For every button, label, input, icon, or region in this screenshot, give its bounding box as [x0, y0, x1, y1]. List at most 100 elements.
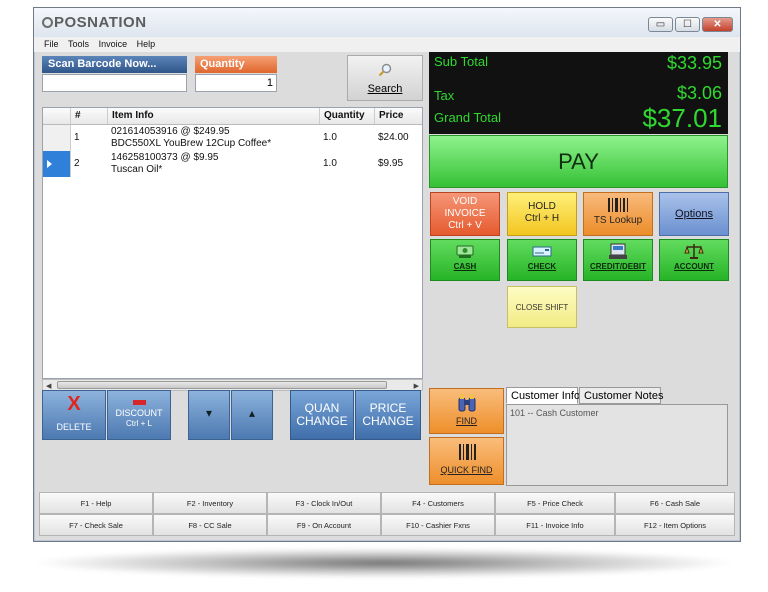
delete-button[interactable]: X DELETE — [42, 390, 106, 440]
credit-debit-button[interactable]: CREDIT/DEBIT — [583, 239, 653, 281]
find-button[interactable]: FIND — [429, 388, 504, 434]
check-button[interactable]: CHECK — [507, 239, 577, 281]
row-number: 1 — [74, 132, 80, 143]
row-selector[interactable] — [43, 125, 71, 151]
row-description: Tuscan Oil* — [111, 164, 163, 175]
close-button[interactable]: ✕ — [702, 17, 733, 32]
card-terminal-icon — [609, 243, 627, 259]
scales-icon — [684, 244, 704, 259]
row-item-info: 146258100373 @ $9.95 Tuscan Oil* — [111, 152, 218, 176]
binoculars-icon — [458, 394, 475, 412]
price-change-line2: CHANGE — [362, 414, 414, 428]
check-label: CHECK — [527, 262, 557, 271]
maximize-button[interactable]: ☐ — [675, 17, 700, 32]
move-down-button[interactable]: ▾ — [188, 390, 230, 440]
title-bar: POSNATION ▭ ☐ ✕ — [34, 8, 740, 37]
void-invoice-button[interactable]: VOID INVOICE Ctrl + V — [430, 192, 500, 236]
price-change-button[interactable]: PRICE CHANGE — [355, 390, 421, 440]
hold-shortcut: Ctrl + H — [524, 213, 560, 224]
move-up-button[interactable]: ▴ — [231, 390, 273, 440]
sub-total-value: $33.95 — [666, 53, 722, 73]
grand-total-value: $37.01 — [642, 103, 722, 133]
find-label: FIND — [456, 416, 477, 426]
menu-tools[interactable]: Tools — [68, 37, 89, 52]
credit-debit-label: CREDIT/DEBIT — [590, 262, 646, 271]
f7-check-sale-button[interactable]: F7 - Check Sale — [39, 514, 153, 536]
app-logo: POSNATION — [42, 14, 147, 31]
account-label: ACCOUNT — [674, 262, 714, 271]
table-row[interactable]: 2 146258100373 @ $9.95 Tuscan Oil* 1.0 $… — [43, 151, 422, 177]
function-key-bar: F1 - Help F2 - Inventory F3 - Clock In/O… — [39, 492, 735, 536]
menu-invoice[interactable]: Invoice — [99, 37, 128, 52]
quan-change-line2: CHANGE — [296, 414, 348, 428]
row-barcode: 146258100373 @ $9.95 — [111, 152, 219, 163]
quantity-input[interactable]: 1 — [195, 74, 277, 92]
scan-barcode-input[interactable] — [42, 74, 187, 92]
cash-icon — [456, 245, 474, 258]
scroll-left-icon[interactable]: ◀ — [46, 382, 51, 390]
cash-label: CASH — [453, 262, 477, 271]
search-label: Search — [367, 83, 403, 95]
close-shift-button[interactable]: CLOSE SHIFT — [507, 286, 577, 328]
quantity-change-button[interactable]: QUAN CHANGE — [290, 390, 354, 440]
void-line1: VOID — [452, 196, 478, 207]
hold-button[interactable]: HOLD Ctrl + H — [507, 192, 577, 236]
f8-cc-sale-button[interactable]: F8 - CC Sale — [153, 514, 267, 536]
scroll-thumb[interactable] — [57, 381, 387, 389]
cash-button[interactable]: CASH — [430, 239, 500, 281]
void-shortcut: Ctrl + V — [448, 220, 482, 231]
row-item-info: 021614053916 @ $249.95 BDC550XL YouBrew … — [111, 126, 271, 150]
quick-find-button[interactable]: QUICK FIND — [429, 437, 504, 485]
discount-button[interactable]: DISCOUNT Ctrl + L — [107, 390, 171, 440]
grid-header-selector — [43, 108, 70, 124]
search-button[interactable]: Search — [347, 55, 423, 101]
discount-label: DISCOUNT — [115, 408, 163, 418]
quantity-label: Quantity — [195, 56, 277, 73]
f9-on-account-button[interactable]: F9 - On Account — [267, 514, 381, 536]
grid-header: # Item Info Quantity Price — [43, 108, 422, 125]
minus-icon — [132, 400, 146, 405]
row-quantity: 1.0 — [323, 158, 337, 169]
col-number[interactable]: # — [70, 108, 107, 124]
discount-shortcut: Ctrl + L — [125, 419, 152, 428]
col-item-info[interactable]: Item Info — [107, 108, 319, 124]
barcode-scan-icon — [458, 444, 476, 460]
hold-line1: HOLD — [528, 201, 556, 212]
f2-inventory-button[interactable]: F2 - Inventory — [153, 492, 267, 514]
table-row[interactable]: 1 021614053916 @ $249.95 BDC550XL YouBre… — [43, 125, 422, 151]
f1-help-button[interactable]: F1 - Help — [39, 492, 153, 514]
ts-lookup-button[interactable]: TS Lookup — [583, 192, 653, 236]
sub-total-label: Sub Total — [434, 54, 488, 69]
f3-clock-button[interactable]: F3 - Clock In/Out — [267, 492, 381, 514]
options-button[interactable]: Options — [659, 192, 729, 236]
f6-cash-sale-button[interactable]: F6 - Cash Sale — [615, 492, 735, 514]
customer-info-text: 101 -- Cash Customer — [510, 408, 599, 418]
f10-cashier-fxns-button[interactable]: F10 - Cashier Fxns — [381, 514, 495, 536]
f12-item-options-button[interactable]: F12 - Item Options — [615, 514, 735, 536]
f5-price-check-button[interactable]: F5 - Price Check — [495, 492, 615, 514]
minimize-button[interactable]: ▭ — [648, 17, 673, 32]
pos-window: POSNATION ▭ ☐ ✕ File Tools Invoice Help … — [33, 7, 741, 542]
row-selector-current[interactable] — [43, 151, 71, 177]
barcode-icon — [608, 198, 628, 212]
row-quantity: 1.0 — [323, 132, 337, 143]
menu-help[interactable]: Help — [137, 37, 156, 52]
pay-button[interactable]: PAY — [429, 135, 728, 188]
col-quantity[interactable]: Quantity — [319, 108, 374, 124]
f11-invoice-info-button[interactable]: F11 - Invoice Info — [495, 514, 615, 536]
totals-panel: Sub Total $33.95 Tax $3.06 Grand Total $… — [429, 52, 728, 134]
tab-customer-notes[interactable]: Customer Notes — [579, 387, 663, 404]
tax-value: $3.06 — [676, 83, 722, 103]
scroll-right-icon[interactable]: ▶ — [414, 382, 419, 390]
item-grid: # Item Info Quantity Price 1 02161405391… — [42, 107, 423, 379]
row-barcode: 021614053916 @ $249.95 — [111, 126, 230, 137]
scan-barcode-label: Scan Barcode Now... — [42, 56, 187, 73]
menu-bar: File Tools Invoice Help — [34, 37, 740, 52]
tab-customer-info[interactable]: Customer Info — [506, 387, 580, 404]
account-button[interactable]: ACCOUNT — [659, 239, 729, 281]
ts-lookup-label: TS Lookup — [593, 215, 643, 226]
row-number: 2 — [74, 158, 80, 169]
menu-file[interactable]: File — [44, 37, 59, 52]
f4-customers-button[interactable]: F4 - Customers — [381, 492, 495, 514]
col-price[interactable]: Price — [374, 108, 422, 124]
